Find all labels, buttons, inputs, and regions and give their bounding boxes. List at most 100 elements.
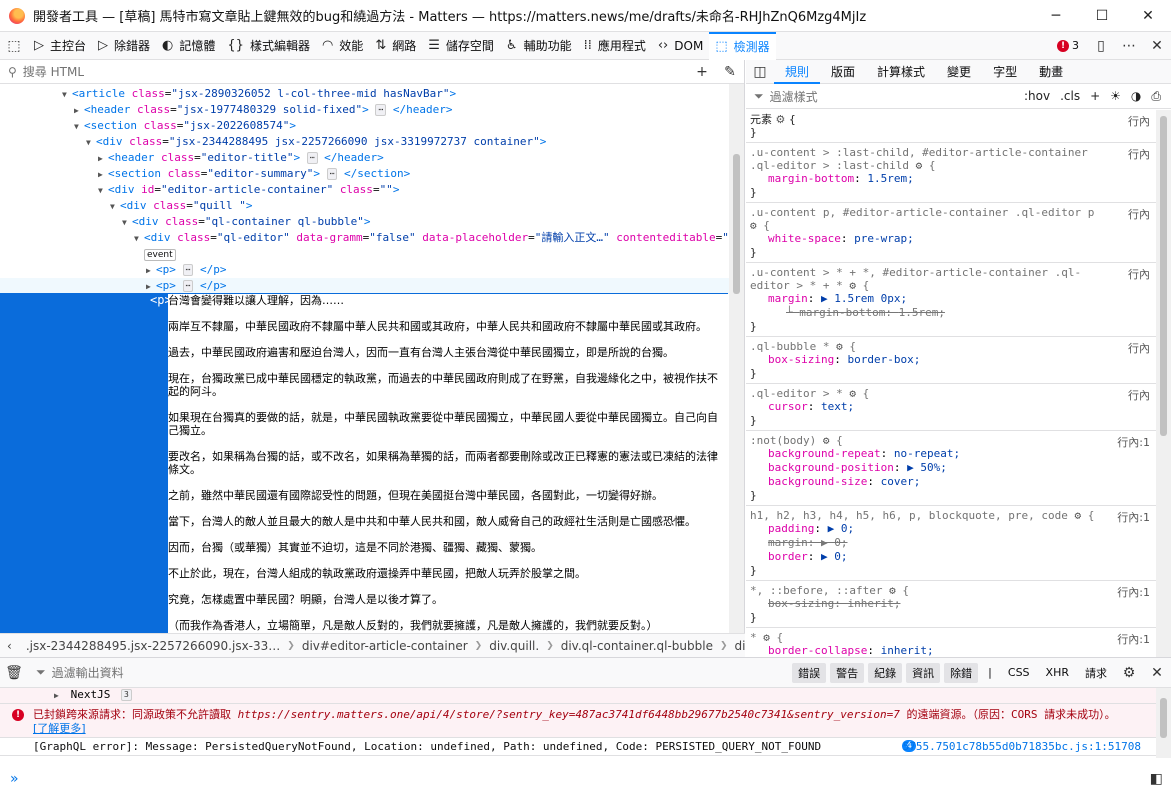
rule-source[interactable]: 行內	[1128, 206, 1150, 222]
hov-button[interactable]: :hov	[1024, 89, 1050, 103]
sidebar-tab[interactable]: 字型	[982, 60, 1028, 84]
add-rule-icon[interactable]: +	[1090, 89, 1100, 103]
console-filter-button[interactable]: XHR	[1040, 664, 1075, 681]
close-button[interactable]: ✕	[1125, 0, 1171, 32]
gear-icon[interactable]: ⚙	[889, 584, 896, 597]
css-declaration[interactable]: box-sizing: border-box;	[750, 353, 1152, 367]
breadcrumb-item[interactable]: .jsx-2344288495.jsx-2257266090.jsx-33…	[19, 639, 287, 653]
console-filter-button[interactable]: 警告	[830, 662, 865, 683]
rule-source[interactable]: 行內:1	[1117, 631, 1150, 647]
editor-mode-icon[interactable]: ◧	[1150, 771, 1163, 787]
add-node-icon[interactable]: +	[688, 58, 716, 86]
expand-toggle-icon[interactable]: ▼	[62, 87, 72, 103]
css-declaration[interactable]: border: ▶ 0;	[750, 550, 1152, 564]
close-console-icon[interactable]: ✕	[1143, 659, 1171, 687]
breadcrumb-item[interactable]: div.quill.	[482, 639, 546, 653]
breadcrumb-back-icon[interactable]: ‹	[0, 639, 19, 653]
tool-tab[interactable]: ◐ 記憶體	[156, 32, 221, 60]
console-filter-button[interactable]: CSS	[1002, 664, 1036, 681]
gear-icon[interactable]: ⚙	[836, 340, 843, 353]
expand-toggle-icon[interactable]: ▼	[74, 119, 84, 135]
gear-icon[interactable]: ⚙	[776, 113, 786, 126]
markup-node[interactable]: event	[0, 246, 730, 262]
sidebar-tab[interactable]: 規則	[774, 60, 821, 84]
breadcrumb-item[interactable]: div#editor-article-container	[295, 639, 475, 653]
console-filter-button[interactable]: 紀錄	[868, 662, 903, 683]
sidebar-tab[interactable]: 變更	[936, 60, 982, 84]
markup-node[interactable]: ▶ <header class="jsx-1977480329 solid-fix…	[0, 102, 730, 118]
console-filter-button[interactable]: 錯誤	[792, 662, 827, 683]
css-declaration[interactable]: margin-bottom: 1.5rem;	[750, 172, 1152, 186]
rule-selector[interactable]: .u-content > * + *, #editor-article-cont…	[750, 266, 1152, 292]
console-filter-button[interactable]: 請求	[1079, 663, 1113, 683]
expand-toggle-icon[interactable]: ▼	[86, 135, 96, 151]
sidebar-tab[interactable]: 計算樣式	[866, 60, 936, 84]
gear-icon[interactable]: ⚙	[750, 219, 757, 232]
css-declaration[interactable]: margin: ▶ 0;	[750, 536, 1152, 550]
rule-selector[interactable]: * ⚙ {	[750, 631, 1152, 644]
gear-icon[interactable]: ⚙	[849, 279, 856, 292]
error-count-badge[interactable]: ! 3	[1057, 39, 1079, 52]
gear-icon[interactable]: ⚙	[823, 434, 830, 447]
markup-node[interactable]: ▶ <p> ⋯ </p>	[0, 278, 730, 294]
collapsed-content-icon[interactable]: ⋯	[326, 168, 338, 180]
rule-source[interactable]: 行內	[1128, 340, 1150, 356]
rule-source[interactable]: 行內	[1128, 387, 1150, 403]
css-declaration[interactable]: cursor: text;	[750, 400, 1152, 414]
gear-icon[interactable]: ⚙	[916, 159, 923, 172]
tool-tab[interactable]: ▷ 除錯器	[92, 32, 156, 60]
css-declaration[interactable]: background-position: ▶ 50%;	[750, 461, 1152, 475]
scrollbar-thumb[interactable]	[1160, 116, 1167, 436]
console-scrollbar[interactable]	[1156, 688, 1171, 758]
source-location-link[interactable]: 5755.7501c78b55d0b71835bc.js:1:51708	[903, 740, 1141, 754]
markup-node[interactable]: ▼ <article class="jsx-2890326052 l-col-th…	[0, 86, 730, 102]
selected-node-highlight[interactable]: <p>	[0, 293, 172, 633]
markup-node[interactable]: ▼ <div id="editor-article-container" clas…	[0, 182, 730, 198]
more-options-icon[interactable]: ⋯	[1115, 32, 1143, 60]
responsive-design-icon[interactable]: ▯	[1087, 32, 1115, 60]
css-declaration[interactable]: margin: ▶ 1.5rem 0px;	[750, 292, 1152, 306]
collapsed-content-icon[interactable]: ⋯	[306, 152, 318, 164]
expand-toggle-icon[interactable]: ▼	[110, 199, 120, 215]
markup-node[interactable]: ▼ <div class="ql-editor" data-gramm="fals…	[0, 230, 730, 246]
rule-selector[interactable]: h1, h2, h3, h4, h5, h6, p, blockquote, p…	[750, 509, 1152, 522]
css-declaration[interactable]: background-size: cover;	[750, 475, 1152, 489]
tool-tab[interactable]: ⁞⁞ 應用程式	[578, 32, 652, 60]
rule-selector[interactable]: .u-content > :last-child, #editor-articl…	[750, 146, 1152, 172]
expand-toggle-icon[interactable]: ▶	[98, 151, 108, 167]
tool-tab[interactable]: ⇅ 網路	[369, 32, 422, 60]
cls-button[interactable]: .cls	[1060, 89, 1080, 103]
collapsed-content-icon[interactable]: ⋯	[182, 280, 194, 292]
clear-console-icon[interactable]: 🗑	[0, 659, 28, 687]
console-settings-icon[interactable]: ⚙	[1115, 659, 1143, 687]
rule-selector[interactable]: 元素 ⚙ {	[750, 113, 1152, 126]
rule-selector[interactable]: .ql-editor > * ⚙ {	[750, 387, 1152, 400]
close-devtools-icon[interactable]: ✕	[1143, 32, 1171, 60]
markup-node[interactable]: ▶ <p> ⋯ </p>	[0, 262, 730, 278]
tool-tab[interactable]: ☰ 儲存空間	[422, 32, 500, 60]
expand-toggle-icon[interactable]: ▶	[74, 103, 84, 119]
rule-source[interactable]: 行內	[1128, 266, 1150, 282]
filter-styles-input[interactable]: 過濾樣式	[770, 88, 818, 105]
expand-toggle-icon[interactable]: ▶	[146, 263, 156, 279]
eyedropper-icon[interactable]: ✎	[716, 58, 744, 86]
console-group-nextjs[interactable]: ▶ NextJS 3	[0, 688, 1171, 704]
css-declaration[interactable]: white-space: pre-wrap;	[750, 232, 1152, 246]
rule-source[interactable]: 行內	[1128, 113, 1150, 129]
rule-source[interactable]: 行內:1	[1117, 434, 1150, 450]
breadcrumb-item[interactable]: div.ql-editor	[728, 639, 745, 653]
gear-icon[interactable]: ⚙	[763, 631, 770, 644]
selected-node-text[interactable]: 台灣會變得難以讓人理解，因為…… 兩岸互不隸屬，中華民國政府不隸屬中華人民共和國或…	[168, 293, 728, 633]
print-media-icon[interactable]: ⎙	[1151, 89, 1161, 104]
rule-selector[interactable]: .ql-bubble * ⚙ {	[750, 340, 1152, 353]
scrollbar-thumb[interactable]	[733, 154, 740, 294]
gear-icon[interactable]: ⚙	[849, 387, 856, 400]
css-declaration[interactable]: background-repeat: no-repeat;	[750, 447, 1152, 461]
toggle-pane-icon[interactable]: ◫	[746, 58, 774, 86]
markup-node[interactable]: ▶ <header class="editor-title"> ⋯ </heade…	[0, 150, 730, 166]
markup-node[interactable]: ▼ <div class="jsx-2344288495 jsx-22572660…	[0, 134, 730, 150]
expand-toggle-icon[interactable]: ▼	[98, 183, 108, 199]
sidebar-tab[interactable]: 動畫	[1028, 60, 1074, 84]
rule-source[interactable]: 行內	[1128, 146, 1150, 162]
rule-source[interactable]: 行內:1	[1117, 584, 1150, 600]
